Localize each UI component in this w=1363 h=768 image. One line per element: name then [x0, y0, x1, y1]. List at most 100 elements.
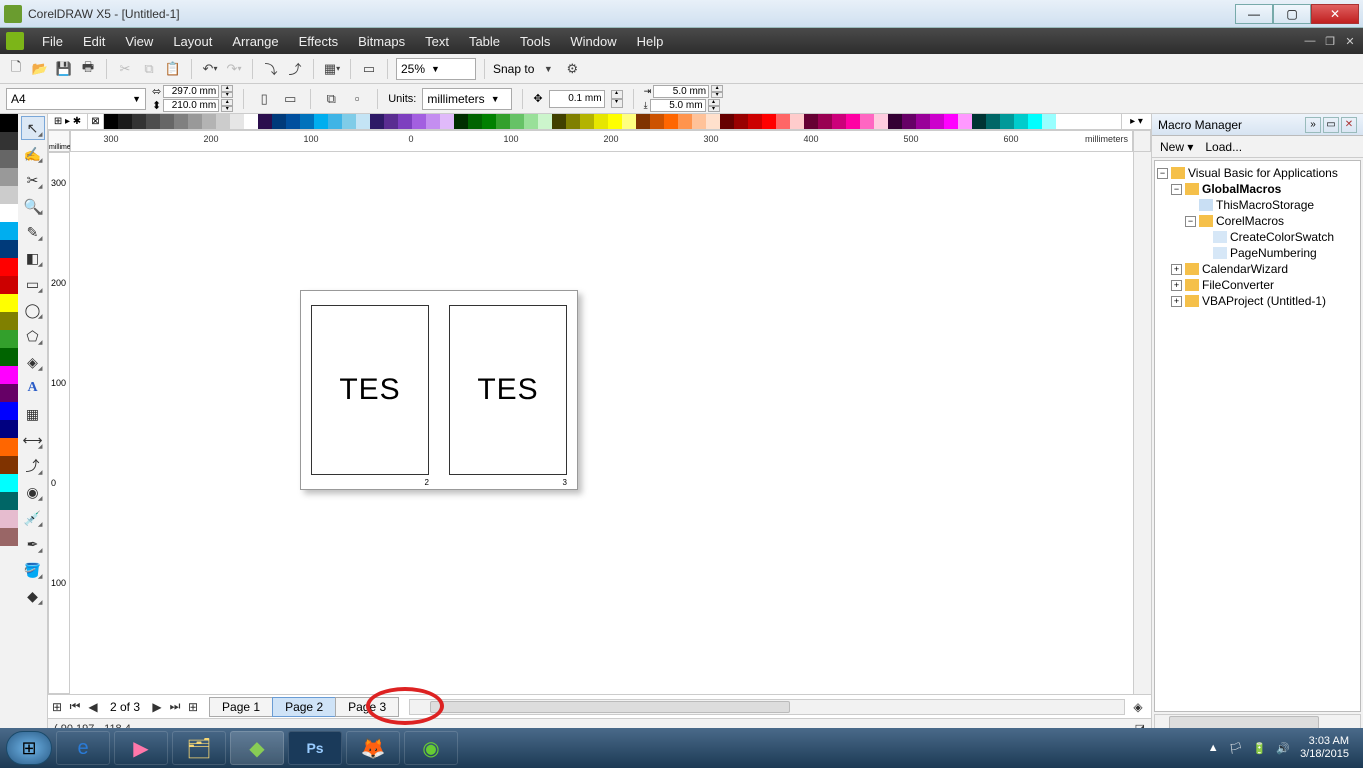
cut-button[interactable]: ✂ [115, 59, 135, 79]
basic-shapes-tool[interactable]: ◈◢ [21, 350, 45, 374]
interactive-blend-tool[interactable]: ◉◢ [21, 480, 45, 504]
dock-swatch[interactable] [0, 348, 18, 366]
print-button[interactable]: 🖶 [78, 59, 98, 79]
tray-action-center-icon[interactable]: 🏳 [1229, 742, 1243, 755]
color-swatch[interactable] [636, 114, 650, 129]
dock-swatch[interactable] [0, 294, 18, 312]
color-swatch[interactable] [552, 114, 566, 129]
color-swatch[interactable] [916, 114, 930, 129]
dupy-spinner[interactable]: ▴▾ [708, 99, 720, 112]
color-swatch[interactable] [958, 114, 972, 129]
color-swatch[interactable] [146, 114, 160, 129]
color-swatch[interactable] [370, 114, 384, 129]
menu-view[interactable]: View [115, 34, 163, 49]
menu-arrange[interactable]: Arrange [222, 34, 288, 49]
color-swatch[interactable] [118, 114, 132, 129]
add-page-right[interactable]: ⊞ [184, 700, 202, 714]
color-swatch[interactable] [566, 114, 580, 129]
docker-expand-button[interactable]: » [1305, 117, 1321, 133]
copy-button[interactable]: ⧉ [139, 59, 159, 79]
color-swatch[interactable] [496, 114, 510, 129]
color-swatch[interactable] [244, 114, 258, 129]
options-button[interactable]: ⚙ [562, 59, 582, 79]
height-spinner[interactable]: ▴▾ [221, 99, 233, 112]
crop-tool[interactable]: ✂◢ [21, 168, 45, 192]
color-swatch[interactable] [538, 114, 552, 129]
color-swatch[interactable] [132, 114, 146, 129]
docker-close-button[interactable]: ✕ [1341, 117, 1357, 133]
dock-swatch[interactable] [0, 474, 18, 492]
color-swatch[interactable] [1028, 114, 1042, 129]
polygon-tool[interactable]: ⬠◢ [21, 324, 45, 348]
vertical-scrollbar[interactable] [1133, 152, 1151, 694]
color-swatch[interactable] [342, 114, 356, 129]
color-swatch[interactable] [650, 114, 664, 129]
page-height-input[interactable] [163, 99, 219, 112]
freehand-tool[interactable]: ✎◢ [21, 220, 45, 244]
color-swatch[interactable] [580, 114, 594, 129]
color-swatch[interactable] [1042, 114, 1056, 129]
dock-swatch[interactable] [0, 276, 18, 294]
color-swatch[interactable] [888, 114, 902, 129]
color-swatch[interactable] [356, 114, 370, 129]
dupx-spinner[interactable]: ▴▾ [711, 85, 723, 98]
color-swatch[interactable] [986, 114, 1000, 129]
dock-swatch[interactable] [0, 330, 18, 348]
color-swatch[interactable] [944, 114, 958, 129]
open-button[interactable]: 📂 [30, 59, 50, 79]
color-swatch[interactable] [328, 114, 342, 129]
page-tab[interactable]: Page 1 [209, 697, 273, 717]
page-size-combo[interactable]: A4▼ [6, 88, 146, 110]
dock-swatch[interactable] [0, 492, 18, 510]
color-swatch[interactable] [692, 114, 706, 129]
table-tool[interactable]: ▦ [21, 402, 45, 426]
zoom-combo[interactable]: 25%▼ [396, 58, 476, 80]
no-fill-swatch[interactable]: ⊠ [88, 114, 104, 129]
start-button[interactable]: ⊞ [6, 731, 52, 765]
color-swatch[interactable] [202, 114, 216, 129]
color-swatch[interactable] [706, 114, 720, 129]
nudge-input[interactable] [549, 90, 605, 108]
color-swatch[interactable] [174, 114, 188, 129]
palette-start[interactable]: ⊞ ▸ ✱ [48, 114, 88, 129]
color-swatch[interactable] [832, 114, 846, 129]
menu-layout[interactable]: Layout [163, 34, 222, 49]
dock-swatch[interactable] [0, 258, 18, 276]
portrait-button[interactable]: ▯ [254, 89, 274, 109]
taskbar-coreldraw[interactable]: ◆ [230, 731, 284, 765]
mdi-minimize-button[interactable]: — [1303, 35, 1317, 48]
dock-swatch[interactable] [0, 528, 18, 546]
page-tab[interactable]: Page 2 [272, 697, 336, 717]
color-swatch[interactable] [216, 114, 230, 129]
welcome-screen-button[interactable]: ▭ [359, 59, 379, 79]
dimension-tool[interactable]: ⟷◢ [21, 428, 45, 452]
mdi-close-button[interactable]: ✕ [1343, 35, 1357, 48]
dock-swatch[interactable] [0, 420, 18, 438]
color-swatch[interactable] [412, 114, 426, 129]
menu-effects[interactable]: Effects [289, 34, 349, 49]
drawing-area[interactable]: TES 2 TES 3 [70, 152, 1133, 694]
app-launcher-button[interactable]: ▦▾ [322, 59, 342, 79]
zoom-tool[interactable]: 🔍◢ [21, 194, 45, 218]
page-tab[interactable]: Page 3 [335, 697, 399, 717]
smart-fill-tool[interactable]: ◧◢ [21, 246, 45, 270]
color-swatch[interactable] [720, 114, 734, 129]
tree-toggle[interactable]: + [1171, 264, 1182, 275]
color-swatch[interactable] [104, 114, 118, 129]
macro-new-menu[interactable]: New ▾ [1160, 140, 1193, 154]
export-button[interactable]: ⤴ [285, 59, 305, 79]
pick-tool[interactable]: ↖◢ [21, 116, 45, 140]
dock-swatch[interactable] [0, 384, 18, 402]
color-swatch[interactable] [608, 114, 622, 129]
page-width-input[interactable] [163, 85, 219, 98]
dock-swatch[interactable] [0, 150, 18, 168]
menu-bitmaps[interactable]: Bitmaps [348, 34, 415, 49]
text-tool[interactable]: A [21, 376, 45, 400]
color-swatch[interactable] [300, 114, 314, 129]
all-pages-button[interactable]: ⧉ [321, 89, 341, 109]
color-swatch[interactable] [272, 114, 286, 129]
add-page-left[interactable]: ⊞ [48, 700, 66, 714]
ellipse-tool[interactable]: ◯◢ [21, 298, 45, 322]
connector-tool[interactable]: ⤴◢ [21, 454, 45, 478]
color-swatch[interactable] [384, 114, 398, 129]
